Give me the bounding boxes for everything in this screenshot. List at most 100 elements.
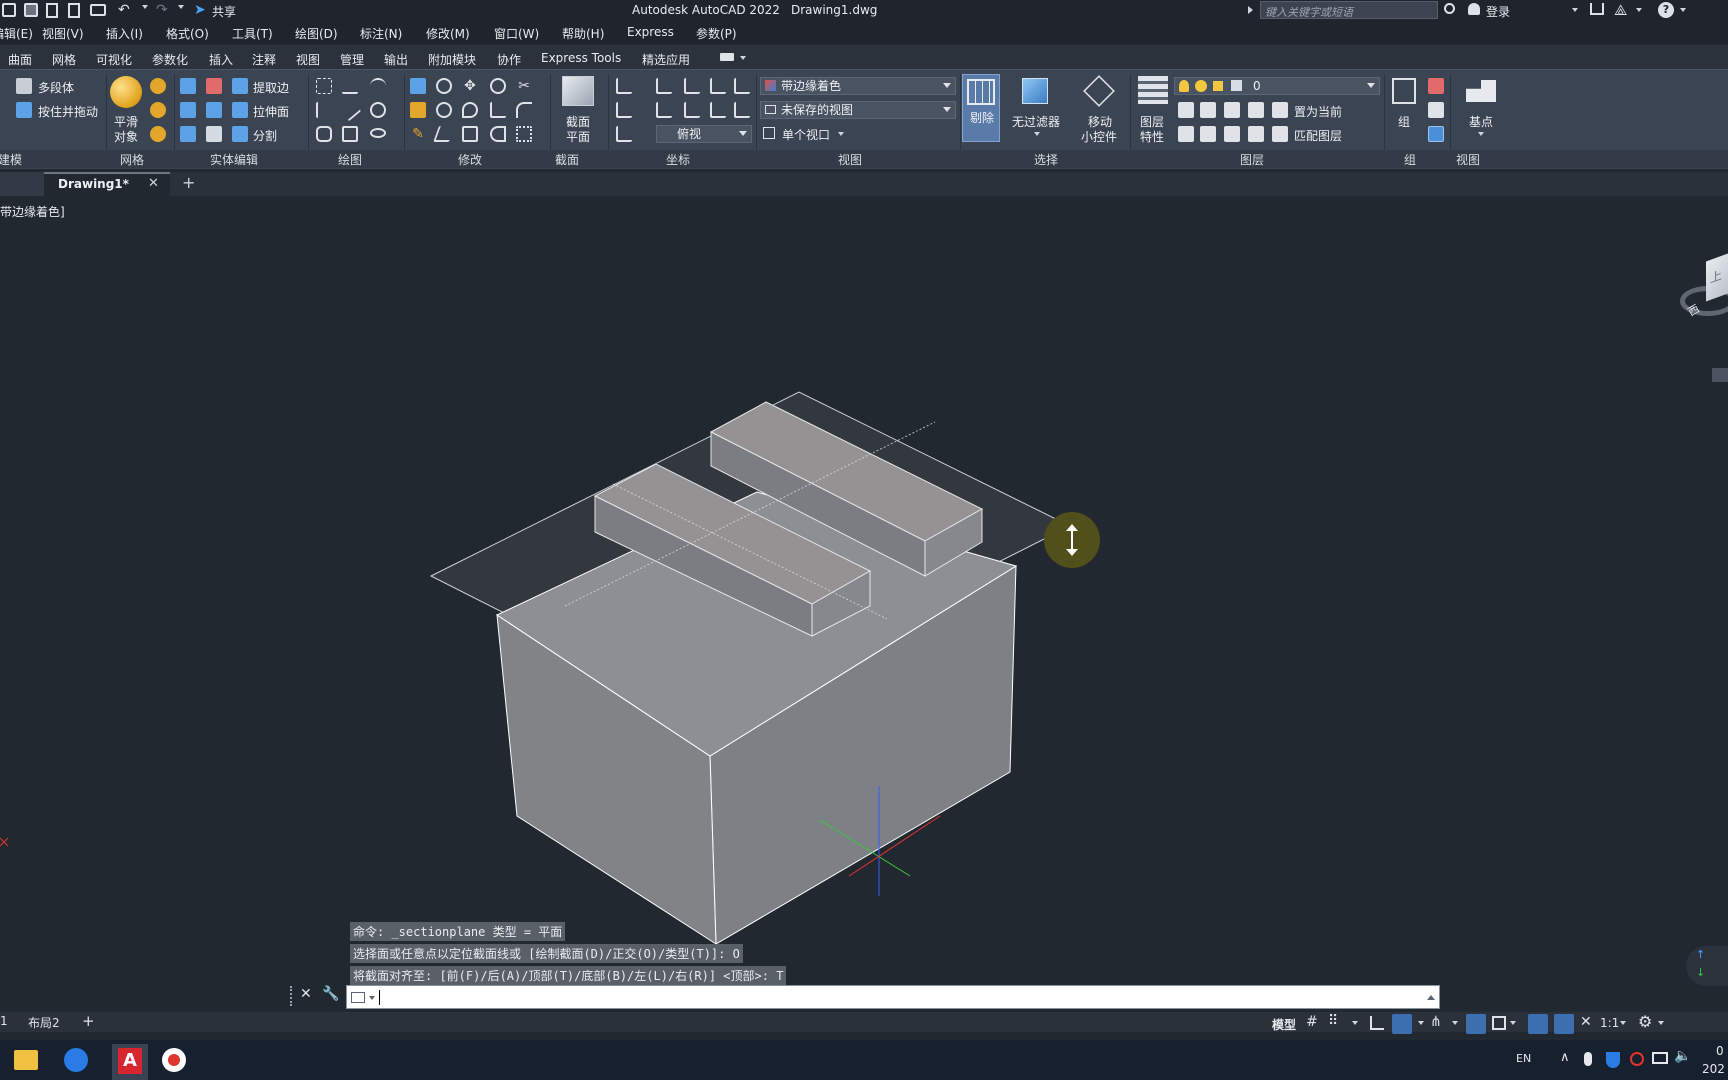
menu-format[interactable]: 格式(O) bbox=[166, 25, 209, 42]
object-snap-icon[interactable] bbox=[1492, 1016, 1506, 1030]
group-edit-icon[interactable] bbox=[1428, 102, 1444, 118]
layer-off-icon[interactable] bbox=[1178, 102, 1194, 118]
undo-dropdown-icon[interactable] bbox=[142, 5, 148, 9]
customize-wrench-icon[interactable]: 🔧 bbox=[322, 986, 339, 1002]
mesh-remove-icon[interactable] bbox=[150, 102, 166, 118]
menu-draw[interactable]: 绘图(D) bbox=[295, 25, 338, 42]
network-icon[interactable] bbox=[1652, 1052, 1668, 1064]
3d-array-icon[interactable] bbox=[436, 102, 452, 118]
help-icon[interactable]: ? bbox=[1658, 2, 1674, 18]
smooth-object-icon[interactable] bbox=[110, 76, 142, 108]
auto-scale-icon[interactable]: ✕ bbox=[1580, 1014, 1592, 1030]
redo-icon[interactable]: ↷ bbox=[156, 2, 168, 18]
ortho-icon[interactable] bbox=[1370, 1016, 1384, 1030]
mesh-refine-icon[interactable] bbox=[150, 126, 166, 142]
chevron-down-icon[interactable] bbox=[1478, 132, 1484, 136]
drag-handle-icon[interactable] bbox=[290, 986, 294, 1006]
annotation-scale-button[interactable]: 1:1 bbox=[1600, 1016, 1619, 1030]
panel-title-section[interactable]: 截面 bbox=[555, 151, 579, 169]
move-gizmo-icon[interactable] bbox=[1083, 75, 1115, 107]
save-icon[interactable] bbox=[2, 3, 16, 17]
expand-history-icon[interactable] bbox=[1427, 995, 1435, 1000]
dynamic-ucs-icon[interactable] bbox=[1528, 1014, 1548, 1034]
recent-commands-dropdown-icon[interactable] bbox=[369, 996, 375, 1000]
tab-output[interactable]: 输出 bbox=[384, 51, 408, 68]
layer-unlock-icon[interactable] bbox=[1248, 126, 1264, 142]
panel-title-view[interactable]: 视图 bbox=[838, 151, 862, 169]
extrude-faces-button[interactable]: 拉伸面 bbox=[253, 103, 289, 120]
new-tab-icon[interactable]: + bbox=[182, 173, 195, 192]
interfere-icon[interactable] bbox=[206, 78, 222, 94]
chevron-down-icon[interactable] bbox=[1658, 1021, 1664, 1025]
tab-featured-apps[interactable]: 精选应用 bbox=[642, 51, 690, 68]
menu-window[interactable]: 窗口(W) bbox=[494, 25, 539, 42]
chevron-down-icon[interactable] bbox=[1034, 132, 1040, 136]
panel-title-selection[interactable]: 选择 bbox=[1034, 151, 1058, 169]
customize-qat-icon[interactable] bbox=[178, 5, 184, 9]
snap-icon[interactable]: ⠿ bbox=[1328, 1013, 1338, 1029]
move-icon[interactable]: ✥ bbox=[462, 78, 478, 94]
polar-tracking-icon[interactable] bbox=[1392, 1014, 1412, 1034]
microphone-icon[interactable] bbox=[1584, 1052, 1592, 1066]
security-shield-icon[interactable] bbox=[1606, 1052, 1620, 1068]
explode-icon[interactable] bbox=[433, 126, 455, 142]
tab-manage[interactable]: 管理 bbox=[340, 51, 364, 68]
menu-express[interactable]: Express bbox=[627, 25, 674, 39]
panel-title-groups[interactable]: 组 bbox=[1404, 151, 1416, 169]
ucs-icon[interactable] bbox=[616, 78, 632, 94]
panel-title-view2[interactable]: 视图 bbox=[1456, 151, 1480, 169]
viewcube-cube[interactable]: 上 bbox=[1706, 250, 1728, 302]
save-as-icon[interactable] bbox=[24, 3, 38, 17]
command-input[interactable] bbox=[346, 985, 1440, 1009]
tab-mesh[interactable]: 网格 bbox=[52, 51, 76, 68]
line-icon[interactable] bbox=[338, 98, 362, 122]
account-dropdown-icon[interactable] bbox=[1636, 8, 1642, 12]
offset-icon[interactable] bbox=[490, 126, 506, 142]
drawing-viewport[interactable]: 带边缘着色] 上 西 ↑ ↓ bbox=[0, 196, 1728, 1016]
rotate-icon[interactable] bbox=[462, 102, 478, 118]
rectangle-icon[interactable] bbox=[342, 126, 358, 142]
menu-tools[interactable]: 工具(T) bbox=[232, 25, 273, 42]
panel-title-draw[interactable]: 绘图 bbox=[338, 151, 362, 169]
layer-thaw-icon[interactable] bbox=[1224, 126, 1240, 142]
login-button[interactable]: 登录 bbox=[1486, 3, 1510, 20]
chevron-down-icon[interactable] bbox=[1418, 1021, 1424, 1025]
stretch-icon[interactable] bbox=[462, 126, 478, 142]
panel-title-mesh[interactable]: 网格 bbox=[120, 151, 144, 169]
navigation-bar[interactable]: ↑ ↓ bbox=[1686, 946, 1728, 986]
viewcube[interactable]: 上 西 bbox=[1678, 250, 1728, 320]
share-icon[interactable]: ➤ bbox=[194, 2, 206, 18]
save-to-web-icon[interactable] bbox=[68, 3, 80, 18]
layout-tab-1[interactable]: 1 bbox=[0, 1014, 8, 1028]
menu-modify[interactable]: 修改(M) bbox=[426, 25, 470, 42]
tab-visualize[interactable]: 可视化 bbox=[96, 51, 132, 68]
ucs-y-icon[interactable] bbox=[710, 78, 726, 94]
search-expand-icon[interactable] bbox=[1248, 6, 1253, 14]
chevron-down-icon[interactable] bbox=[1352, 1021, 1358, 1025]
panel-title-layers[interactable]: 图层 bbox=[1240, 151, 1264, 169]
3d-rotate-icon[interactable] bbox=[436, 78, 452, 94]
group-icon[interactable] bbox=[1392, 78, 1416, 104]
ucs-named-icon[interactable] bbox=[616, 126, 632, 142]
tab-express-tools[interactable]: Express Tools bbox=[541, 51, 621, 65]
search-input[interactable]: 键入关键字或短语 bbox=[1260, 1, 1438, 19]
file-explorer-icon[interactable] bbox=[14, 1050, 38, 1070]
menu-dimension[interactable]: 标注(N) bbox=[360, 25, 402, 42]
tab-addins[interactable]: 附加模块 bbox=[428, 51, 476, 68]
add-layout-icon[interactable]: + bbox=[82, 1012, 95, 1030]
show-hidden-icons-icon[interactable]: ∧ bbox=[1560, 1050, 1570, 1065]
panel-title-modeling[interactable]: 建模 bbox=[0, 151, 22, 169]
match-layer-button[interactable]: 匹配图层 bbox=[1294, 127, 1342, 144]
tab-collaborate[interactable]: 协作 bbox=[497, 51, 521, 68]
array-icon[interactable] bbox=[410, 102, 426, 118]
menu-edit[interactable]: 编辑(E) bbox=[0, 25, 33, 42]
panel-title-coordinates[interactable]: 坐标 bbox=[666, 151, 690, 169]
set-current-button[interactable]: 置为当前 bbox=[1294, 103, 1342, 120]
trim-icon[interactable]: ✂ bbox=[516, 78, 532, 94]
coordinate-view-select[interactable]: 俯视 bbox=[656, 125, 752, 143]
menu-insert[interactable]: 插入(I) bbox=[106, 25, 143, 42]
start-tab[interactable] bbox=[0, 172, 44, 196]
panel-title-solid-edit[interactable]: 实体编辑 bbox=[210, 151, 258, 169]
grid-icon[interactable]: # bbox=[1306, 1014, 1318, 1030]
recorder-icon[interactable] bbox=[162, 1048, 186, 1072]
